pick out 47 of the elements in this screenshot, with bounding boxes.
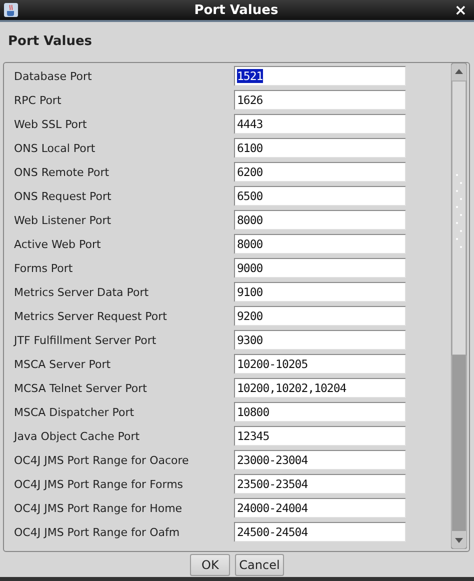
port-label: OC4J JMS Port Range for Forms: [13, 478, 184, 490]
port-field[interactable]: 1521: [234, 66, 406, 86]
port-field[interactable]: 6200: [234, 162, 406, 182]
port-field[interactable]: 10200,10202,10204: [234, 378, 406, 398]
port-label: OC4J JMS Port Range for Oacore: [13, 454, 190, 466]
port-field[interactable]: 6100: [234, 138, 406, 158]
port-label: MCSA Telnet Server Port: [13, 382, 148, 394]
port-label: ONS Request Port: [13, 190, 112, 202]
port-label: Web Listener Port: [13, 214, 112, 226]
port-field[interactable]: 24500-24504: [234, 522, 406, 542]
port-field[interactable]: 23500-23504: [234, 474, 406, 494]
port-field[interactable]: 6500: [234, 186, 406, 206]
port-label: OC4J JMS Port Range for Oafm: [13, 526, 181, 538]
port-label: ONS Local Port: [13, 142, 96, 154]
window-title: Port Values: [193, 2, 280, 18]
port-field[interactable]: 9000: [234, 258, 406, 278]
port-field[interactable]: 8000: [234, 234, 406, 254]
port-field[interactable]: 23000-23004: [234, 450, 406, 470]
scrollbar[interactable]: [451, 63, 467, 549]
port-label: MSCA Dispatcher Port: [13, 406, 136, 418]
port-field[interactable]: 9300: [234, 330, 406, 350]
port-label: Web SSL Port: [13, 118, 88, 130]
port-field[interactable]: 10800: [234, 402, 406, 422]
port-label: MSCA Server Port: [13, 358, 112, 370]
port-label: Metrics Server Request Port: [13, 310, 168, 322]
port-field[interactable]: 12345: [234, 426, 406, 446]
port-field[interactable]: 1626: [234, 90, 406, 110]
port-label: RPC Port: [13, 94, 62, 106]
port-field[interactable]: 8000: [234, 210, 406, 230]
cancel-button[interactable]: Cancel: [235, 554, 284, 576]
port-label: OC4J JMS Port Range for Home: [13, 502, 184, 514]
port-field[interactable]: 9200: [234, 306, 406, 326]
port-label: Forms Port: [13, 262, 74, 274]
close-button[interactable]: ×: [454, 2, 467, 18]
coffee-cup-icon: [4, 3, 18, 17]
port-field[interactable]: 10200-10205: [234, 354, 406, 374]
port-field[interactable]: 9100: [234, 282, 406, 302]
port-label: ONS Remote Port: [13, 166, 110, 178]
port-label: Database Port: [13, 70, 93, 82]
ok-button[interactable]: OK: [190, 554, 230, 576]
section-heading: Port Values: [7, 33, 93, 51]
port-field[interactable]: 24000-24004: [234, 498, 406, 518]
port-field[interactable]: 4443: [234, 114, 406, 134]
port-label: Metrics Server Data Port: [13, 286, 150, 298]
port-label: Java Object Cache Port: [12, 430, 141, 442]
port-label: Active Web Port: [13, 238, 102, 250]
port-label: JTF Fulfillment Server Port: [12, 334, 158, 346]
